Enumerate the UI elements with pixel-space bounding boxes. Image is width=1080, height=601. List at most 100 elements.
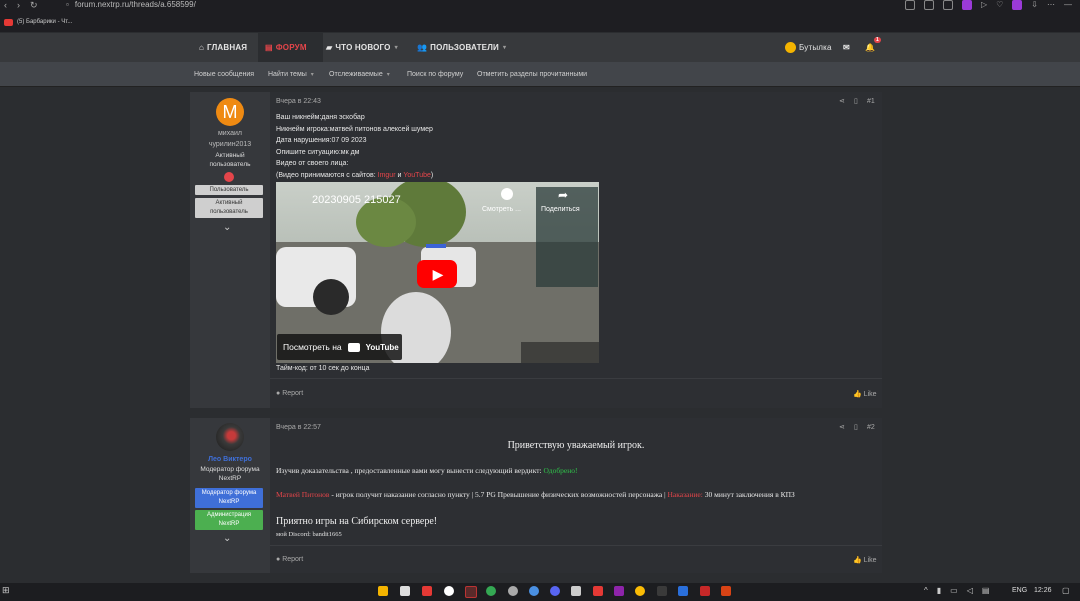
post-number[interactable]: #2 [867, 424, 875, 431]
report-button[interactable]: ● Report [276, 390, 303, 397]
terminal-icon[interactable] [657, 586, 667, 596]
vscode-icon[interactable] [678, 586, 688, 596]
avatar[interactable]: M [216, 98, 244, 126]
address-bar[interactable]: ▫ forum.nextrp.ru/threads/a.658599/ [66, 0, 196, 9]
nav-forum[interactable]: ▤ ФОРУМ [258, 33, 323, 62]
nav-users[interactable]: 👥 ПОЛЬЗОВАТЕЛИ ▾ [417, 33, 517, 62]
heart-icon[interactable]: ♡ [996, 0, 1003, 10]
forum-icon: ▤ [265, 43, 273, 52]
menu-icon[interactable]: ⋯ [1047, 0, 1055, 10]
youtube-icon[interactable] [593, 586, 603, 596]
share-arrow-icon[interactable]: ➦ [558, 188, 568, 202]
account-menu[interactable]: Бутылка [785, 33, 840, 62]
notifications-icon[interactable]: ▢ [1062, 586, 1070, 595]
username-line1[interactable]: михаил [190, 130, 270, 137]
microphone-icon[interactable]: ▮ [937, 586, 941, 595]
browser-icon[interactable] [529, 586, 539, 596]
download-icon[interactable]: ⇩ [1031, 0, 1038, 10]
forward-icon[interactable]: › [17, 0, 20, 10]
yandex-icon[interactable] [444, 586, 454, 596]
subnav-find-threads[interactable]: Найти темы ▾ [268, 62, 314, 86]
post-time[interactable]: Вчера в 22:57 [276, 424, 321, 431]
youtube-link[interactable]: YouTube [403, 172, 431, 179]
screenshot-icon[interactable] [923, 0, 934, 10]
verdict-approved: Одобрено! [543, 466, 578, 475]
username-line2[interactable]: чурилин2013 [190, 141, 270, 148]
opera-icon[interactable] [465, 586, 477, 598]
nav-whats-new[interactable]: ▰ ЧТО НОВОГО ▾ [326, 33, 406, 62]
flag-icon: ● [276, 390, 281, 397]
report-button[interactable]: ● Report [276, 556, 303, 563]
home-icon: ⌂ [199, 43, 205, 52]
file-explorer-icon[interactable] [378, 586, 388, 596]
play-button[interactable]: ▶ [417, 260, 457, 288]
post-number[interactable]: #1 [867, 98, 875, 105]
taskbar [0, 583, 1080, 601]
subnav-new-messages[interactable]: Новые сообщения [194, 62, 254, 86]
back-icon[interactable]: ‹ [4, 0, 7, 10]
premiere-icon[interactable] [614, 586, 624, 596]
bookmark-icon[interactable]: ▯ [854, 97, 858, 105]
start-icon[interactable]: ⊞ [2, 585, 10, 596]
subnav-watched[interactable]: Отслеживаемые ▾ [329, 62, 390, 86]
cursor-icon[interactable]: ▷ [981, 0, 987, 10]
network-icon[interactable]: ▤ [982, 586, 990, 595]
profile-icon[interactable] [1012, 0, 1023, 10]
battery-icon[interactable]: ▭ [950, 586, 958, 595]
tab-icon[interactable] [942, 0, 953, 10]
volume-icon[interactable]: ◁ [967, 586, 973, 595]
discord-icon[interactable] [550, 586, 560, 596]
user-award-icon [224, 172, 234, 182]
username[interactable]: Лео Виктеро [190, 456, 270, 463]
alerts-button[interactable]: 🔔 1 [865, 33, 881, 62]
extension-icon[interactable] [904, 0, 915, 10]
chevron-down-icon[interactable]: ⌄ [223, 533, 231, 544]
app-icon[interactable] [721, 586, 731, 596]
app-icon[interactable] [571, 586, 581, 596]
chevron-down-icon[interactable]: ⌄ [223, 222, 231, 233]
user-badge-admin: Администрация NextRP [195, 510, 263, 530]
users-icon: 👥 [417, 43, 428, 52]
user-title-line1: Активный [215, 152, 245, 159]
watch-later-label[interactable]: Смотреть ... [482, 206, 521, 213]
youtube-embed[interactable]: 20230905 215027 Смотреть ... ➦ Поделитьс… [276, 182, 599, 363]
inbox-icon[interactable]: ✉ [843, 33, 853, 62]
bookmark-icon[interactable]: ▯ [854, 423, 858, 431]
bell-icon: 🔔 [865, 43, 876, 52]
subnav-search-forum[interactable]: Поиск по форуму [407, 62, 463, 86]
like-button[interactable]: 👍 Like [853, 556, 877, 564]
chrome-icon[interactable] [486, 586, 496, 596]
share-label[interactable]: Поделиться [541, 206, 580, 213]
language-indicator[interactable]: ENG [1012, 587, 1027, 594]
settings-icon[interactable] [508, 586, 518, 596]
clock[interactable]: 12:26 [1034, 587, 1052, 594]
nav-home[interactable]: ⌂ ГЛАВНАЯ [193, 33, 259, 62]
play-icon: ▶ [432, 265, 444, 282]
divider [270, 545, 882, 546]
minimize-icon[interactable]: — [1064, 0, 1072, 10]
clock-icon[interactable] [501, 188, 513, 200]
chevron-up-icon[interactable]: ^ [924, 586, 928, 595]
game-icon[interactable] [700, 586, 710, 596]
post-2-body: Вчера в 22:57 ⋖ ▯ #2 Приветствую уважаем… [270, 418, 882, 573]
chevron-down-icon: ▾ [502, 45, 507, 51]
like-button[interactable]: 👍 Like [853, 390, 877, 398]
reload-icon[interactable]: ↻ [30, 0, 38, 10]
forum-header [0, 33, 1080, 62]
share-icon[interactable]: ⋖ [839, 423, 845, 431]
chevron-down-icon: ▾ [386, 71, 390, 78]
user-title-line2: пользователь [209, 161, 251, 168]
post-1-user-sidebar: M михаил чурилин2013 Активный пользовате… [190, 92, 270, 408]
bookmark-item[interactable]: (5) Барбарики - Чт... [4, 17, 72, 27]
notepad-icon[interactable] [400, 586, 410, 596]
chrome-icon[interactable] [635, 586, 645, 596]
post-time[interactable]: Вчера в 22:43 [276, 98, 321, 105]
shield-icon[interactable] [961, 0, 972, 10]
greeting: Приветствую уважаемый игрок. [507, 440, 645, 451]
app-icon[interactable] [422, 586, 432, 596]
share-icon[interactable]: ⋖ [839, 97, 845, 105]
watch-on-youtube-button[interactable]: Посмотреть на YouTube [277, 334, 402, 360]
subnav-mark-read[interactable]: Отметить разделы прочитанными [477, 62, 587, 86]
avatar[interactable] [216, 423, 244, 451]
imgur-link[interactable]: Imgur [378, 172, 396, 179]
